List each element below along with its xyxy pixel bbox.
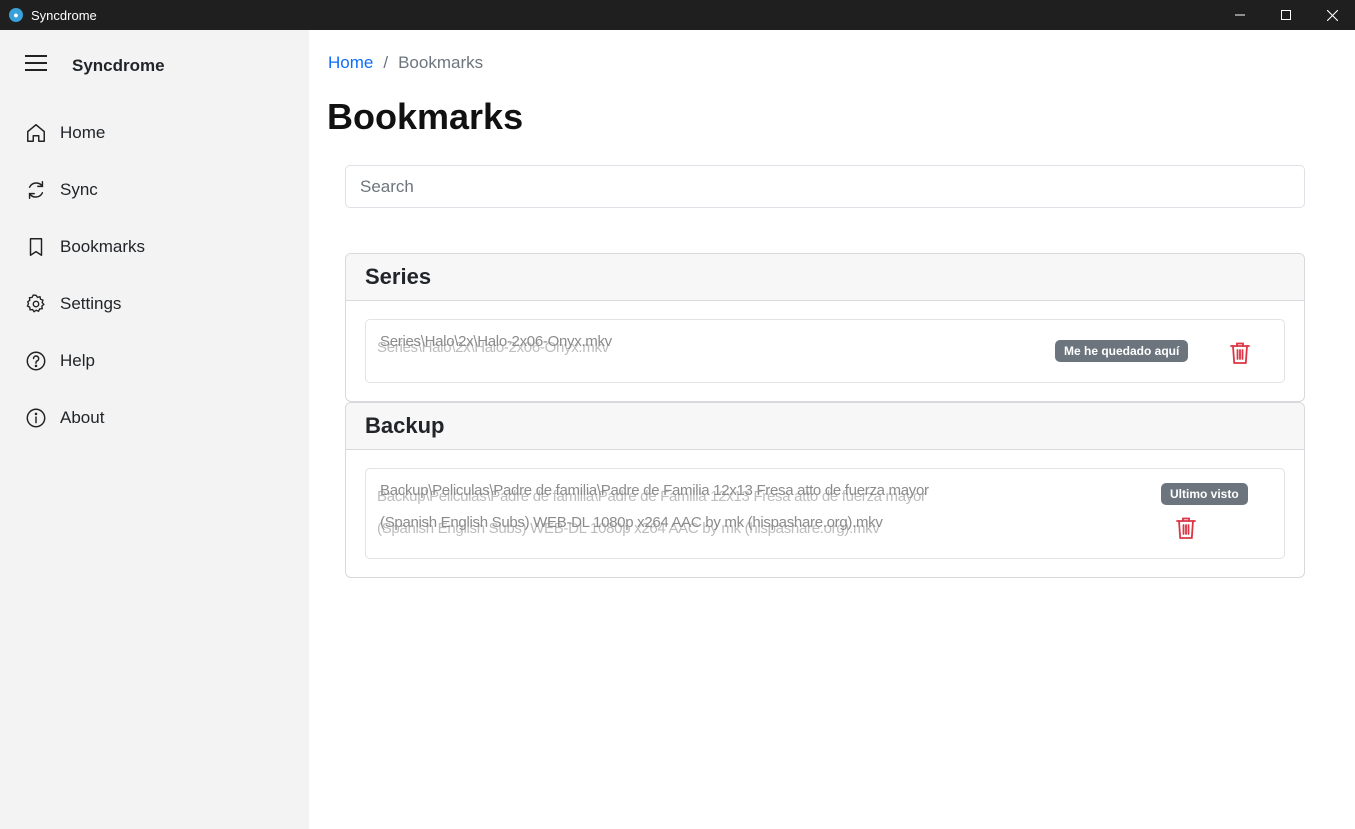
sidebar-header: Syncdrome xyxy=(0,30,309,100)
maximize-button[interactable] xyxy=(1263,0,1309,30)
title-bar: ● Syncdrome xyxy=(0,0,1355,30)
hamburger-menu-icon[interactable] xyxy=(25,55,47,71)
sync-icon xyxy=(28,180,44,199)
bookmark-item: Series\Halo\2x\Halo-2x06-Onyx.mkv Series… xyxy=(365,319,1285,383)
status-badge: Me he quedado aquí xyxy=(1055,340,1189,362)
sidebar-item-help[interactable]: Help xyxy=(0,332,309,389)
sidebar-item-label: Bookmarks xyxy=(60,236,146,256)
sidebar-item-sync[interactable]: Sync xyxy=(0,161,309,218)
window-title: Syncdrome xyxy=(31,7,97,23)
main-content: Home / Bookmarks Bookmarks Series Series… xyxy=(309,30,1355,829)
gear-icon xyxy=(26,293,45,313)
maximize-icon xyxy=(1281,10,1291,20)
minimize-icon xyxy=(1235,14,1245,16)
sidebar-app-name: Syncdrome xyxy=(72,56,165,75)
sidebar-item-settings[interactable]: Settings xyxy=(0,275,309,332)
help-icon xyxy=(26,351,46,370)
status-badge: Ultimo visto xyxy=(1161,483,1248,505)
sidebar-item-label: Help xyxy=(60,350,95,370)
breadcrumb: Home / Bookmarks xyxy=(328,53,483,73)
trash-icon[interactable] xyxy=(1229,341,1251,365)
group-title: Backup xyxy=(346,403,1304,450)
bookmark-path[interactable]: Series\Halo\2x\Halo-2x06-Onyx.mkv xyxy=(380,332,612,352)
sidebar-nav: Home Sync Bookmarks Settings Help About xyxy=(0,104,309,446)
home-icon xyxy=(27,123,45,142)
breadcrumb-current: Bookmarks xyxy=(398,53,484,72)
window-controls xyxy=(1217,0,1355,30)
breadcrumb-separator: / xyxy=(383,53,389,72)
breadcrumb-home-link[interactable]: Home xyxy=(328,53,373,73)
info-icon xyxy=(26,408,46,427)
close-icon xyxy=(1326,9,1338,21)
trash-icon[interactable] xyxy=(1175,516,1197,540)
sidebar-item-label: Settings xyxy=(60,293,122,313)
page-title: Bookmarks xyxy=(327,96,524,137)
close-button[interactable] xyxy=(1309,0,1355,30)
minimize-button[interactable] xyxy=(1217,0,1263,30)
bookmark-path[interactable]: Backup\Peliculas\Padre de familia\Padre … xyxy=(380,481,929,501)
bookmark-group-series: Series Series\Halo\2x\Halo-2x06-Onyx.mkv… xyxy=(345,253,1305,402)
sidebar-item-label: Sync xyxy=(60,179,98,199)
sidebar-item-bookmarks[interactable]: Bookmarks xyxy=(0,218,309,275)
bookmark-icon xyxy=(29,237,43,256)
search-input[interactable] xyxy=(345,165,1305,208)
sidebar-item-label: About xyxy=(60,407,105,427)
group-title: Series xyxy=(346,254,1304,301)
app-logo-icon: ● xyxy=(9,8,23,22)
bookmark-group-backup: Backup Backup\Peliculas\Padre de familia… xyxy=(345,402,1305,578)
sidebar-item-label: Home xyxy=(60,122,106,142)
bookmark-path-continued[interactable]: (Spanish English Subs) WEB-DL 1080p x264… xyxy=(380,513,883,533)
bookmark-item: Backup\Peliculas\Padre de familia\Padre … xyxy=(365,468,1285,559)
sidebar-item-home[interactable]: Home xyxy=(0,104,309,161)
sidebar-item-about[interactable]: About xyxy=(0,389,309,446)
sidebar: Syncdrome Home Sync Bookmarks Settings H… xyxy=(0,30,309,829)
